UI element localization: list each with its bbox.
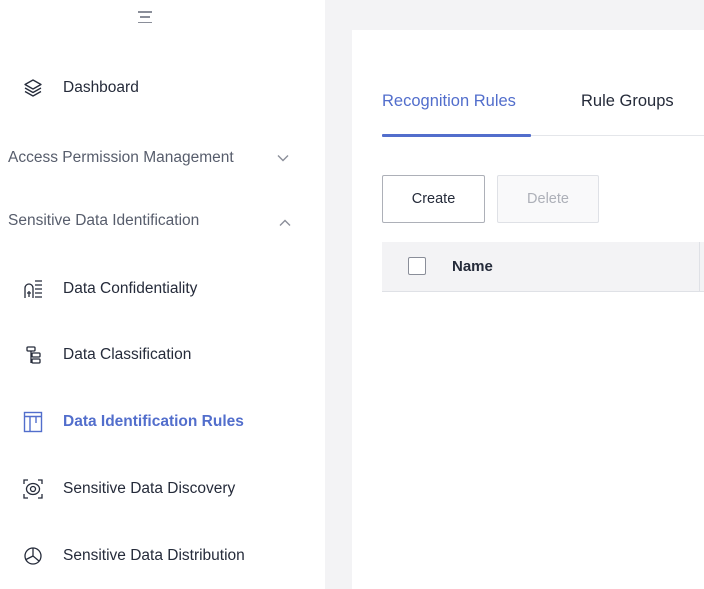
sidebar-item-sensitive-data-discovery[interactable]: Sensitive Data Discovery [0,471,325,507]
layers-icon [22,77,44,99]
sidebar-item-label: Dashboard [63,79,139,96]
main-panel: Recognition Rules Rule Groups Create Del… [352,30,704,589]
sidebar-item-data-identification-rules[interactable]: Data Identification Rules [0,404,325,440]
tab-recognition-rules[interactable]: Recognition Rules [382,90,531,137]
chevron-down-icon [276,151,290,165]
table-header: Name [382,242,704,292]
tab-rule-groups[interactable]: Rule Groups [581,90,674,136]
sidebar-group-access-permission-management[interactable]: Access Permission Management [0,140,325,176]
tab-bar: Recognition Rules Rule Groups [382,90,704,137]
sidebar: Dashboard Access Permission Management S… [0,0,325,589]
column-divider [699,242,700,291]
sidebar-item-sensitive-data-distribution[interactable]: Sensitive Data Distribution [0,538,325,574]
create-button[interactable]: Create [382,175,485,223]
stacked-tag-icon [22,344,44,366]
pie-chart-icon [22,545,44,567]
document-grid-icon [22,278,44,300]
sidebar-item-dashboard[interactable]: Dashboard [0,70,325,106]
scan-eye-icon [22,478,44,500]
sidebar-item-label: Data Classification [63,346,192,363]
sidebar-group-label: Sensitive Data Identification [8,212,200,229]
sidebar-group-sensitive-data-identification[interactable]: Sensitive Data Identification [0,203,325,239]
sidebar-item-label: Data Confidentiality [63,280,198,297]
tab-label: Recognition Rules [382,92,516,110]
delete-button[interactable]: Delete [497,175,599,223]
column-header-name[interactable]: Name [452,258,493,275]
table-frame-icon [22,411,44,433]
menu-collapse-icon[interactable] [138,10,152,24]
sidebar-item-label: Sensitive Data Discovery [63,480,236,497]
select-all-checkbox[interactable] [408,257,426,275]
tab-label: Rule Groups [581,92,674,110]
sidebar-item-label: Sensitive Data Distribution [63,547,245,564]
sidebar-item-data-classification[interactable]: Data Classification [0,337,325,373]
sidebar-item-data-confidentiality[interactable]: Data Confidentiality [0,271,325,307]
chevron-up-icon [278,216,292,230]
sidebar-item-label: Data Identification Rules [63,413,244,430]
sidebar-group-label: Access Permission Management [8,149,234,166]
